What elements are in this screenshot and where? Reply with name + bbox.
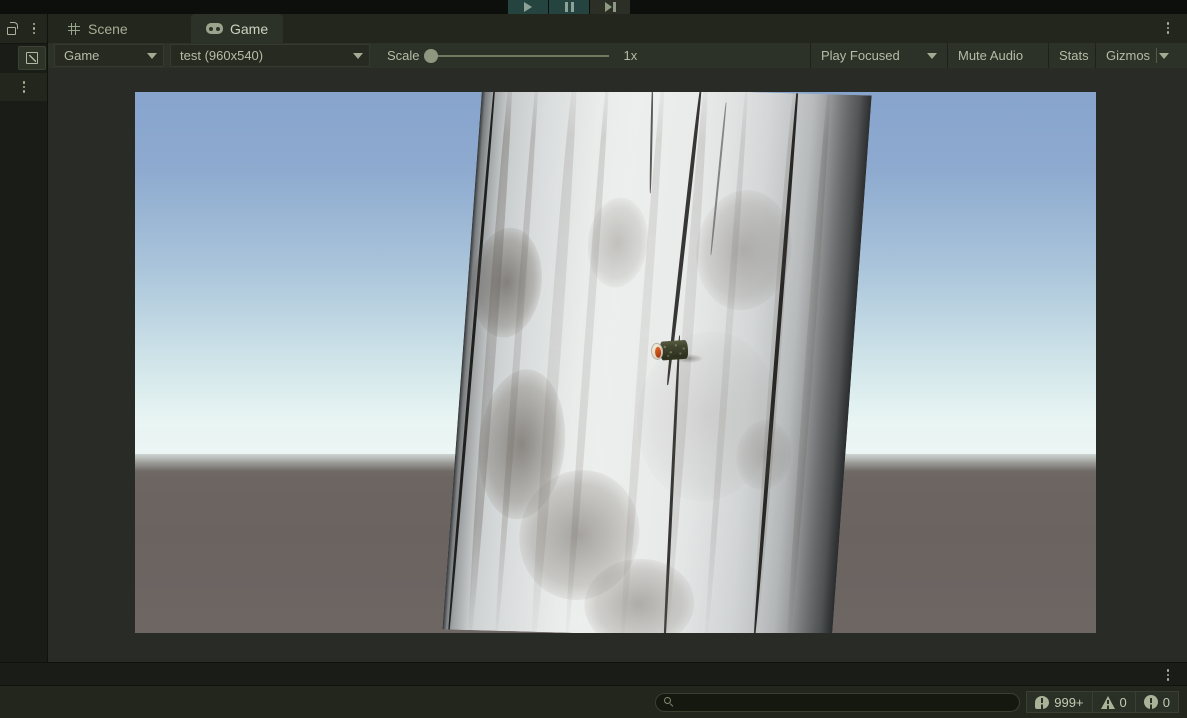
gizmos-divider: [1156, 48, 1158, 63]
warning-count: 0: [1119, 694, 1127, 710]
play-button[interactable]: [508, 0, 548, 14]
gizmos-button[interactable]: Gizmos: [1095, 43, 1176, 68]
gizmos-label: Gizmos: [1106, 48, 1151, 63]
log-counter[interactable]: 999+: [1026, 691, 1093, 713]
pause-icon: [564, 2, 574, 12]
grid-icon: [67, 22, 81, 36]
rail-kebab-menu-icon-2[interactable]: [17, 79, 31, 95]
play-mode-dropdown[interactable]: Play Focused: [810, 43, 947, 68]
scale-label: Scale: [387, 48, 420, 63]
chevron-down-icon: [1159, 52, 1170, 59]
status-bar: 999+ 0 0: [0, 685, 1187, 718]
rail-header: [0, 14, 48, 44]
console-kebab-menu-icon[interactable]: [1161, 667, 1175, 683]
stats-button[interactable]: Stats: [1048, 43, 1099, 68]
scale-slider-knob[interactable]: [423, 48, 438, 63]
playback-controls: [508, 0, 631, 14]
search-input[interactable]: [679, 694, 1012, 710]
play-icon: [524, 2, 532, 12]
tab-scene[interactable]: Scene: [52, 14, 143, 43]
log-icon: [1035, 695, 1050, 709]
step-button[interactable]: [590, 0, 630, 14]
warning-counter[interactable]: 0: [1091, 691, 1136, 713]
error-count: 0: [1162, 694, 1170, 710]
shell-texture: [659, 339, 689, 361]
resolution-dropdown[interactable]: test (960x540): [170, 44, 370, 67]
wooden-pole-object: [442, 92, 872, 633]
game-render-surface[interactable]: [135, 92, 1096, 633]
unity-editor-window: Scene Game Game test (960x540) Scale 1x …: [0, 0, 1187, 718]
tab-game-label: Game: [230, 20, 269, 37]
left-rail: [0, 14, 48, 662]
game-view-toolbar: Game test (960x540) Scale 1x Play Focuse…: [48, 43, 1187, 69]
scale-value: 1x: [623, 48, 638, 63]
play-mode-label: Play Focused: [821, 48, 900, 63]
panel-tab-bar: Scene Game: [48, 14, 1187, 44]
console-search-field[interactable]: [655, 692, 1021, 712]
lock-icon[interactable]: [5, 21, 19, 36]
pole-shading: [442, 92, 872, 633]
scale-control: Scale 1x: [387, 48, 637, 63]
rail-body: [0, 101, 48, 662]
display-dropdown-label: Game: [64, 48, 100, 63]
warning-icon: [1100, 695, 1115, 709]
shotgun-shell-object: [650, 339, 689, 362]
display-dropdown[interactable]: Game: [54, 44, 164, 67]
maximize-button[interactable]: [18, 46, 46, 70]
chevron-down-icon: [353, 52, 363, 59]
search-icon: [664, 697, 674, 707]
rail-kebab-menu-icon[interactable]: [27, 21, 41, 37]
chevron-down-icon: [147, 52, 157, 59]
rail-second-header: [0, 73, 48, 102]
error-counter[interactable]: 0: [1134, 691, 1179, 713]
error-icon: [1143, 695, 1158, 709]
scale-slider[interactable]: [423, 48, 609, 63]
maximize-icon: [25, 51, 39, 65]
gamepad-icon: [206, 23, 223, 34]
rail-maximize-row: [0, 44, 48, 72]
chevron-down-icon: [927, 52, 937, 59]
mute-audio-button[interactable]: Mute Audio: [947, 43, 1034, 68]
console-panel-strip: [0, 662, 1187, 686]
step-icon: [604, 2, 616, 12]
tab-game[interactable]: Game: [191, 14, 284, 43]
resolution-dropdown-label: test (960x540): [180, 48, 264, 63]
tab-scene-label: Scene: [88, 20, 128, 37]
game-view-area: [48, 68, 1187, 662]
log-count: 999+: [1054, 694, 1084, 710]
mute-audio-label: Mute Audio: [958, 48, 1024, 63]
stats-label: Stats: [1059, 48, 1089, 63]
top-toolbar-strip: [0, 0, 1187, 14]
pause-button[interactable]: [549, 0, 589, 14]
panel-kebab-menu-icon[interactable]: [1161, 20, 1175, 36]
